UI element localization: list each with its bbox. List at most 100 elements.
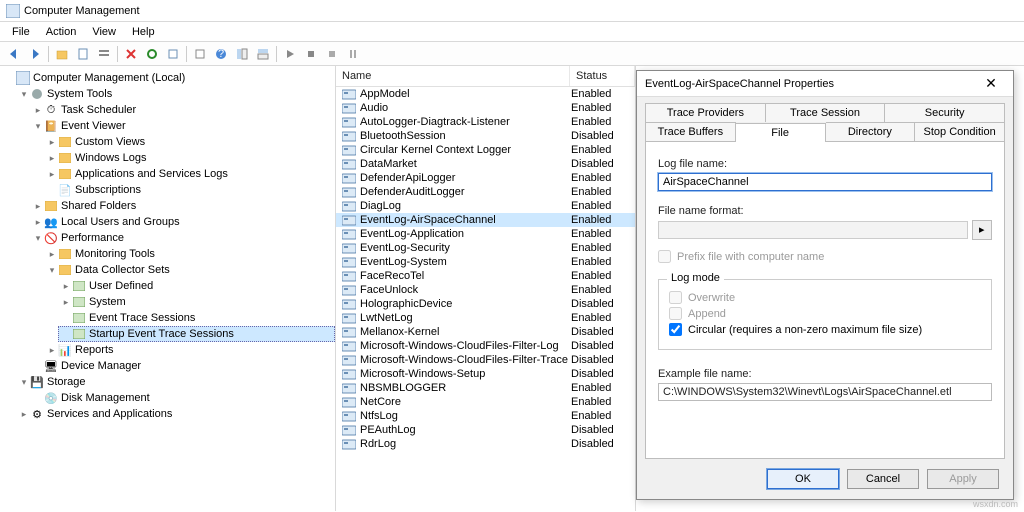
help-button[interactable]: ? bbox=[211, 44, 231, 64]
list-row[interactable]: LwtNetLogEnabled bbox=[336, 311, 635, 325]
back-button[interactable] bbox=[4, 44, 24, 64]
list-row[interactable]: Microsoft-Windows-SetupDisabled bbox=[336, 367, 635, 381]
export-button[interactable] bbox=[163, 44, 183, 64]
tree-windows-logs[interactable]: ▸Windows Logs bbox=[44, 150, 335, 166]
properties-button[interactable] bbox=[190, 44, 210, 64]
tree-storage[interactable]: ▾💾Storage bbox=[16, 374, 335, 390]
list-row[interactable]: NetCoreEnabled bbox=[336, 395, 635, 409]
checkbox-append-input bbox=[669, 307, 682, 320]
list-row[interactable]: NtfsLogEnabled bbox=[336, 409, 635, 423]
up-button[interactable] bbox=[52, 44, 72, 64]
list-row[interactable]: FaceRecoTelEnabled bbox=[336, 269, 635, 283]
tree-label: System bbox=[89, 296, 126, 308]
list-row[interactable]: EventLog-SecurityEnabled bbox=[336, 241, 635, 255]
tab-stop-condition[interactable]: Stop Condition bbox=[915, 122, 1005, 141]
stop-button[interactable] bbox=[322, 44, 342, 64]
menu-file[interactable]: File bbox=[4, 24, 38, 40]
pause-button[interactable] bbox=[343, 44, 363, 64]
checkbox-circular[interactable]: Circular (requires a non-zero maximum fi… bbox=[669, 323, 981, 336]
refresh-button[interactable] bbox=[142, 44, 162, 64]
tab-security[interactable]: Security bbox=[885, 103, 1005, 122]
tree-event-viewer[interactable]: ▾📔Event Viewer bbox=[30, 118, 335, 134]
list-row[interactable]: DefenderApiLoggerEnabled bbox=[336, 171, 635, 185]
close-icon[interactable]: ✕ bbox=[977, 75, 1005, 92]
tree-monitoring-tools[interactable]: ▸Monitoring Tools bbox=[44, 246, 335, 262]
apply-button[interactable]: Apply bbox=[927, 469, 999, 489]
tab-directory[interactable]: Directory bbox=[826, 122, 916, 141]
list-row[interactable]: FaceUnlockEnabled bbox=[336, 283, 635, 297]
page-button[interactable] bbox=[73, 44, 93, 64]
forward-button[interactable] bbox=[25, 44, 45, 64]
record-button[interactable] bbox=[301, 44, 321, 64]
properties-dialog: EventLog-AirSpaceChannel Properties ✕ Tr… bbox=[636, 70, 1014, 500]
tree-user-defined[interactable]: ▸User Defined bbox=[58, 278, 335, 294]
tree-event-trace-sessions[interactable]: Event Trace Sessions bbox=[58, 310, 335, 326]
list-row[interactable]: AutoLogger-Diagtrack-ListenerEnabled bbox=[336, 115, 635, 129]
tree-pane[interactable]: Computer Management (Local) ▾System Tool… bbox=[0, 66, 336, 511]
toolbar-sep bbox=[186, 46, 187, 62]
list-button[interactable] bbox=[94, 44, 114, 64]
tree-performance[interactable]: ▾🚫Performance bbox=[30, 230, 335, 246]
tree-system-tools[interactable]: ▾System Tools bbox=[16, 86, 335, 102]
list-row[interactable]: Microsoft-Windows-CloudFiles-Filter-LogD… bbox=[336, 339, 635, 353]
pane1-button[interactable] bbox=[232, 44, 252, 64]
list-row[interactable]: Circular Kernel Context LoggerEnabled bbox=[336, 143, 635, 157]
tree-app-svc-logs[interactable]: ▸Applications and Services Logs bbox=[44, 166, 335, 182]
list-row[interactable]: HolographicDeviceDisabled bbox=[336, 297, 635, 311]
list-row[interactable]: DataMarketDisabled bbox=[336, 157, 635, 171]
tab-file[interactable]: File bbox=[736, 123, 826, 142]
tree-services-apps[interactable]: ▸⚙Services and Applications bbox=[16, 406, 335, 422]
row-status: Enabled bbox=[571, 382, 629, 394]
tree-subscriptions[interactable]: 📄Subscriptions bbox=[44, 182, 335, 198]
list-row[interactable]: Mellanox-KernelDisabled bbox=[336, 325, 635, 339]
pane2-button[interactable] bbox=[253, 44, 273, 64]
tree-custom-views[interactable]: ▸Custom Views bbox=[44, 134, 335, 150]
tab-trace-providers[interactable]: Trace Providers bbox=[645, 103, 766, 122]
dialog-titlebar[interactable]: EventLog-AirSpaceChannel Properties ✕ bbox=[637, 71, 1013, 97]
list-row[interactable]: EventLog-AirSpaceChannelEnabled bbox=[336, 213, 635, 227]
tree-shared-folders[interactable]: ▸Shared Folders bbox=[30, 198, 335, 214]
row-name: Circular Kernel Context Logger bbox=[360, 144, 571, 156]
input-log-file-name[interactable] bbox=[658, 173, 992, 191]
tree-data-collector-sets[interactable]: ▾Data Collector Sets bbox=[44, 262, 335, 278]
list-row[interactable]: DefenderAuditLoggerEnabled bbox=[336, 185, 635, 199]
cancel-button[interactable]: Cancel bbox=[847, 469, 919, 489]
list-row[interactable]: PEAuthLogDisabled bbox=[336, 423, 635, 437]
tree-local-users[interactable]: ▸👥Local Users and Groups bbox=[30, 214, 335, 230]
format-more-button[interactable]: ▸ bbox=[972, 220, 992, 240]
tab-trace-session[interactable]: Trace Session bbox=[766, 103, 886, 122]
tree-task-scheduler[interactable]: ▸⏱Task Scheduler bbox=[30, 102, 335, 118]
col-name[interactable]: Name bbox=[336, 66, 570, 86]
menu-view[interactable]: View bbox=[84, 24, 124, 40]
row-name: FaceUnlock bbox=[360, 284, 571, 296]
tree-root[interactable]: Computer Management (Local) bbox=[2, 70, 335, 86]
row-status: Enabled bbox=[571, 186, 629, 198]
list-header: Name Status bbox=[336, 66, 635, 87]
list-row[interactable]: AudioEnabled bbox=[336, 101, 635, 115]
delete-button[interactable] bbox=[121, 44, 141, 64]
list-row[interactable]: DiagLogEnabled bbox=[336, 199, 635, 213]
tree-disk-mgmt[interactable]: 💿Disk Management bbox=[30, 390, 335, 406]
row-name: BluetoothSession bbox=[360, 130, 571, 142]
list-row[interactable]: BluetoothSessionDisabled bbox=[336, 129, 635, 143]
titlebar: Computer Management bbox=[0, 0, 1024, 22]
list-row[interactable]: EventLog-SystemEnabled bbox=[336, 255, 635, 269]
tree-system-dcs[interactable]: ▸System bbox=[58, 294, 335, 310]
menu-help[interactable]: Help bbox=[124, 24, 163, 40]
col-status[interactable]: Status bbox=[570, 66, 635, 86]
checkbox-circular-input[interactable] bbox=[669, 323, 682, 336]
list-row[interactable]: RdrLogDisabled bbox=[336, 437, 635, 451]
menu-action[interactable]: Action bbox=[38, 24, 85, 40]
tree-reports[interactable]: ▸📊Reports bbox=[44, 342, 335, 358]
ok-button[interactable]: OK bbox=[767, 469, 839, 489]
tab-trace-buffers[interactable]: Trace Buffers bbox=[645, 122, 736, 141]
tree-startup-event-trace[interactable]: Startup Event Trace Sessions bbox=[58, 326, 335, 342]
tree-label: Subscriptions bbox=[75, 184, 141, 196]
list-row[interactable]: EventLog-ApplicationEnabled bbox=[336, 227, 635, 241]
play-button[interactable] bbox=[280, 44, 300, 64]
list-row[interactable]: AppModelEnabled bbox=[336, 87, 635, 101]
list-body[interactable]: AppModelEnabledAudioEnabledAutoLogger-Di… bbox=[336, 87, 635, 511]
tree-device-manager[interactable]: 🖥Device Manager bbox=[30, 358, 335, 374]
list-row[interactable]: NBSMBLOGGEREnabled bbox=[336, 381, 635, 395]
list-row[interactable]: Microsoft-Windows-CloudFiles-Filter-Trac… bbox=[336, 353, 635, 367]
